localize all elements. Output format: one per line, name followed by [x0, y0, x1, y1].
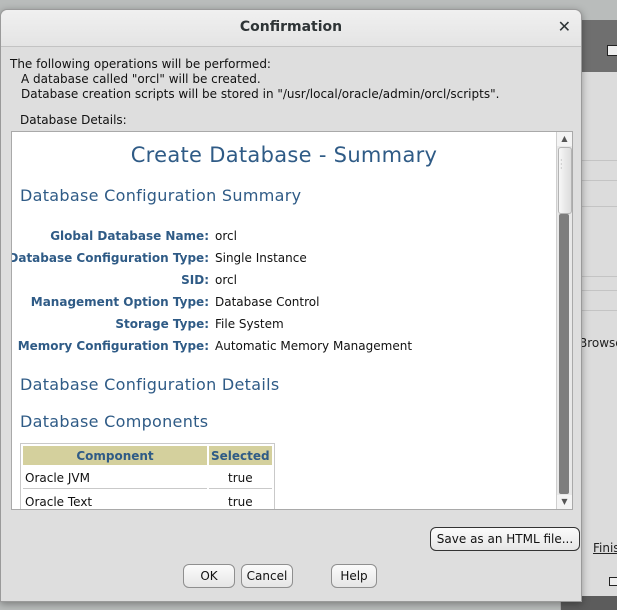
summary-label: Database Configuration Type:: [11, 251, 209, 265]
summary-value: File System: [215, 317, 284, 331]
table-header-row: Component Selected: [23, 446, 272, 465]
column-header: Selected: [209, 446, 272, 465]
divider: [581, 180, 617, 181]
report-title: Create Database - Summary: [130, 143, 438, 167]
summary-value: Automatic Memory Management: [215, 339, 413, 353]
database-details-label: Database Details:: [20, 113, 127, 127]
summary-label: Management Option Type:: [30, 295, 209, 309]
scroll-up-icon[interactable]: ▲: [557, 132, 572, 146]
divider: [581, 160, 617, 161]
scroll-track[interactable]: [559, 214, 569, 494]
operations-intro: The following operations will be perform…: [10, 57, 271, 71]
config-summary-heading: Database Configuration Summary: [20, 186, 302, 205]
divider: [581, 206, 617, 207]
summary-report: Create Database - Summary Database Confi…: [12, 132, 556, 509]
summary-value: orcl: [215, 229, 237, 243]
ok-button[interactable]: OK: [183, 564, 235, 588]
summary-label: Global Database Name:: [50, 229, 209, 243]
scroll-down-icon[interactable]: ▼: [557, 495, 572, 509]
vertical-scrollbar[interactable]: ▲ · · · ▼: [556, 132, 572, 509]
summary-list: Global Database Name: orcl Database Conf…: [12, 227, 556, 359]
table-row: Oracle JVM true: [23, 467, 272, 489]
operation-item: Database creation scripts will be stored…: [21, 87, 500, 101]
column-header: Component: [23, 446, 207, 465]
background-browse-button[interactable]: Browse: [579, 336, 617, 350]
save-as-html-button[interactable]: Save as an HTML file...: [430, 527, 580, 551]
operation-item: A database called "orcl" will be created…: [21, 72, 261, 86]
summary-row: Management Option Type: Database Control: [12, 293, 556, 315]
dialog-title: Confirmation: [239, 19, 343, 35]
components-heading: Database Components: [20, 412, 209, 431]
summary-value: orcl: [215, 273, 237, 287]
confirmation-dialog: Confirmation ✕ The following operations …: [0, 9, 582, 602]
component-cell: Oracle JVM: [23, 467, 207, 489]
component-cell: Oracle Text: [23, 491, 207, 509]
help-button[interactable]: Help: [331, 564, 377, 588]
cancel-button[interactable]: Cancel: [241, 564, 293, 588]
divider: [581, 290, 617, 291]
summary-label: SID:: [181, 273, 209, 287]
close-icon[interactable]: ✕: [558, 17, 571, 36]
summary-row: Memory Configuration Type: Automatic Mem…: [12, 337, 556, 359]
summary-label: Memory Configuration Type:: [17, 339, 209, 353]
save-as-html-label: Save as an HTML file...: [436, 532, 574, 546]
divider: [581, 276, 617, 277]
summary-value: Database Control: [215, 295, 320, 309]
summary-value: Single Instance: [215, 251, 307, 265]
dialog-titlebar: Confirmation ✕: [1, 10, 581, 47]
background-finish-button[interactable]: Finis: [593, 541, 617, 555]
table-row: Oracle Text true: [23, 491, 272, 509]
selected-cell: true: [209, 491, 272, 509]
components-table: Component Selected Oracle JVM true Oracl…: [20, 443, 275, 509]
summary-label: Storage Type:: [115, 317, 209, 331]
summary-row: Storage Type: File System: [12, 315, 556, 337]
config-details-heading: Database Configuration Details: [20, 375, 280, 394]
summary-row: Database Configuration Type: Single Inst…: [12, 249, 556, 271]
background-checkbox[interactable]: [609, 577, 617, 586]
summary-row: SID: orcl: [12, 271, 556, 293]
selected-cell: true: [209, 467, 272, 489]
operations-info: The following operations will be perform…: [10, 57, 499, 102]
maximize-icon[interactable]: [607, 45, 617, 56]
divider: [581, 310, 617, 311]
details-scroll-panel[interactable]: Create Database - Summary Database Confi…: [11, 131, 573, 510]
grip-icon: · · ·: [560, 156, 563, 173]
summary-row: Global Database Name: orcl: [12, 227, 556, 249]
